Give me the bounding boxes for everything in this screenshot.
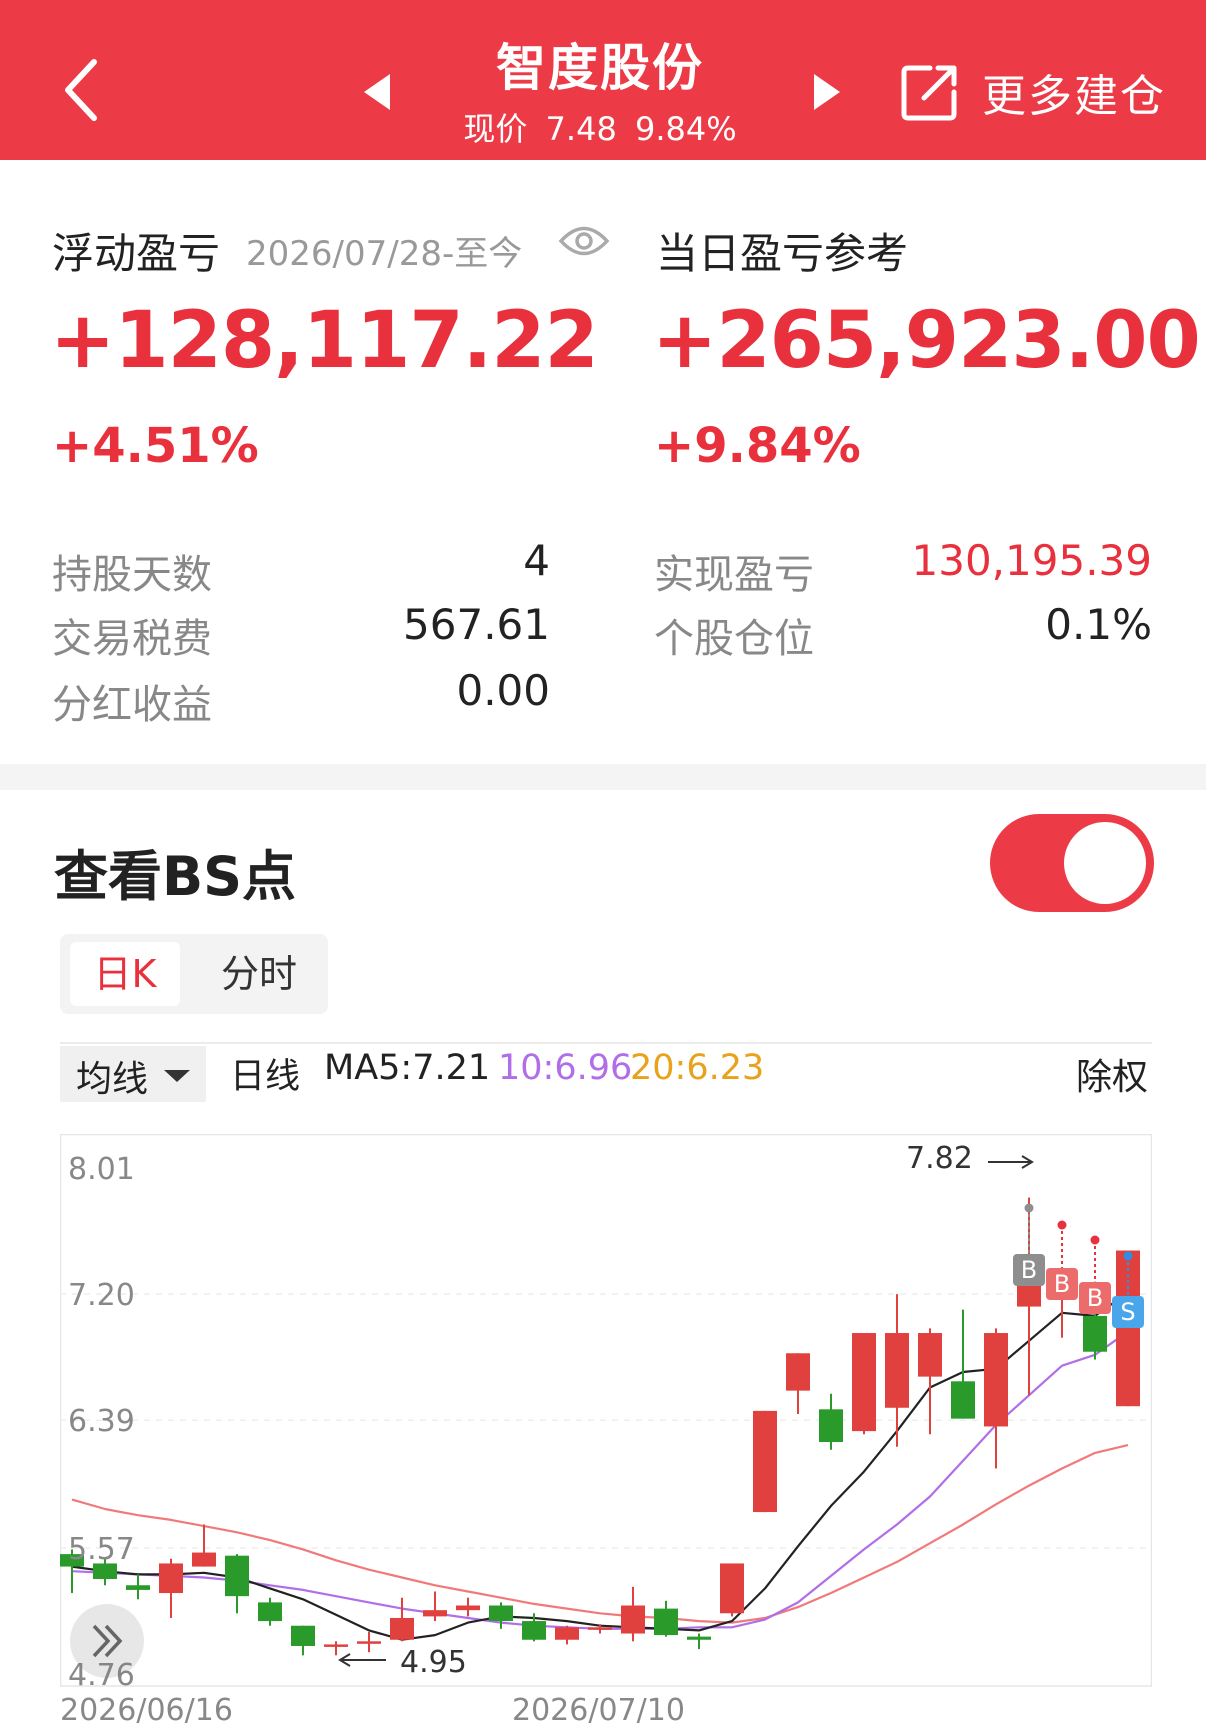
bs-marker-dot (1057, 1220, 1067, 1230)
candle-body (423, 1610, 447, 1617)
candle-body (291, 1625, 315, 1646)
candle-body (720, 1563, 744, 1614)
more-positions-label: 更多建仓 (982, 71, 1166, 122)
ex-rights-button[interactable]: 除权 (1076, 1048, 1148, 1100)
candle-body (390, 1617, 414, 1640)
position-ratio-label: 个股仓位 (654, 616, 814, 662)
bs-points-title: 查看BS点 (54, 845, 297, 908)
holding-period: 2026/07/28-至今 (246, 234, 523, 274)
candle-body (1116, 1250, 1140, 1407)
price-label: 现价 (463, 110, 528, 148)
current-price-line: 现价 7.48 9.84% (430, 104, 770, 150)
more-positions-button[interactable]: 更多建仓 (900, 60, 1166, 124)
realized-pnl-label: 实现盈亏 (654, 552, 814, 598)
bs-marker-label: B (1021, 1256, 1037, 1284)
chevron-down-icon (164, 1070, 190, 1082)
floating-pnl-label: 浮动盈亏 (52, 229, 221, 278)
stock-name: 智度股份 (496, 39, 704, 97)
candle-body (588, 1627, 612, 1630)
y-tick-label: 6.39 (68, 1404, 135, 1439)
kline-svg: B B B S8.017.206.395.574.767.824.952026/06/… (60, 1134, 1152, 1726)
candle-body (951, 1381, 975, 1419)
eye-icon[interactable] (558, 222, 610, 260)
ma-dropdown-label: 均线 (76, 1059, 149, 1100)
candle-body (324, 1644, 348, 1647)
tab-daily-k[interactable]: 日K (70, 942, 180, 1006)
min-price-annotation: 4.95 (400, 1645, 467, 1680)
chart-top-rule (60, 1042, 1152, 1044)
dividend-value: 0.00 (456, 666, 550, 715)
ma20-value: 20:6.23 (630, 1048, 765, 1088)
candle-body (654, 1608, 678, 1636)
bs-marker-dot (1024, 1203, 1034, 1213)
realized-pnl-value: 130,195.39 (911, 536, 1152, 585)
candle-body (258, 1602, 282, 1622)
candle-body (1083, 1315, 1107, 1352)
back-arrow-icon[interactable] (58, 56, 106, 124)
daily-pnl-label: 当日盈亏参考 (656, 229, 909, 278)
y-tick-label: 8.01 (68, 1152, 135, 1187)
candle-body (555, 1627, 579, 1640)
y-tick-label: 5.57 (68, 1532, 135, 1567)
price-change: 9.84% (634, 110, 737, 148)
candle-body (159, 1563, 183, 1594)
dividend-label: 分红收益 (52, 682, 212, 728)
current-price: 7.48 (545, 110, 617, 148)
chart-period-tabs: 日K 分时 (60, 934, 328, 1014)
candle-body (522, 1621, 546, 1640)
candle-body (225, 1555, 249, 1597)
daily-pnl-percent: +9.84% (654, 418, 861, 474)
floating-pnl-percent: +4.51% (52, 418, 259, 474)
bs-points-toggle[interactable] (990, 814, 1154, 912)
trading-fees-value: 567.61 (403, 600, 550, 649)
ma5-value: MA5:7.21 (324, 1048, 491, 1088)
y-tick-label: 7.20 (68, 1278, 135, 1313)
holding-days-label: 持股天数 (52, 552, 212, 598)
candle-body (984, 1333, 1008, 1427)
bs-marker-label: S (1120, 1298, 1135, 1326)
external-link-icon (901, 65, 957, 121)
section-divider (0, 764, 1206, 790)
position-ratio-value: 0.1% (1045, 600, 1152, 649)
bs-marker-dot (1123, 1251, 1133, 1261)
ma10-value: 10:6.96 (498, 1048, 633, 1088)
next-stock-icon[interactable] (808, 72, 844, 112)
trading-fees-label: 交易税费 (52, 616, 212, 662)
candle-body (753, 1410, 777, 1513)
tab-intraday[interactable]: 分时 (200, 942, 318, 1006)
ma-dropdown[interactable]: 均线 (60, 1046, 206, 1102)
candle-body (192, 1552, 216, 1567)
candle-body (918, 1333, 942, 1377)
candle-body (621, 1605, 645, 1634)
candle-body (687, 1636, 711, 1640)
daily-pnl-value: +265,923.00 (652, 296, 1201, 386)
candle-body (126, 1585, 150, 1590)
x-axis-label: 2026/06/16 (60, 1693, 233, 1726)
bs-marker-label: B (1087, 1284, 1103, 1312)
bs-marker-label: B (1054, 1270, 1070, 1298)
toggle-knob (1064, 822, 1146, 904)
kline-chart[interactable]: B B B S 8.01 7.20 6.39 5.57 4.76 7.82 4.95 2026/06/… (60, 1134, 1152, 1726)
candle-body (357, 1641, 381, 1644)
candle-body (885, 1333, 909, 1408)
line-type-label: 日线 (230, 1057, 301, 1097)
candle-body (852, 1333, 876, 1432)
candle-body (819, 1409, 843, 1443)
holding-days-value: 4 (523, 536, 550, 585)
prev-stock-icon[interactable] (360, 72, 396, 112)
x-axis-label: 2026/07/10 (512, 1693, 685, 1726)
bs-marker-dot (1090, 1235, 1100, 1245)
candle-body (786, 1353, 810, 1391)
top-nav-bar: 智度股份 现价 7.48 9.84% 更多建仓 (0, 0, 1206, 160)
expand-chart-button[interactable] (70, 1604, 144, 1678)
max-price-annotation: 7.82 (906, 1141, 973, 1176)
candle-body (489, 1605, 513, 1622)
candle-body (456, 1605, 480, 1611)
floating-pnl-value: +128,117.22 (50, 296, 599, 386)
double-chevron-icon (92, 1624, 123, 1658)
